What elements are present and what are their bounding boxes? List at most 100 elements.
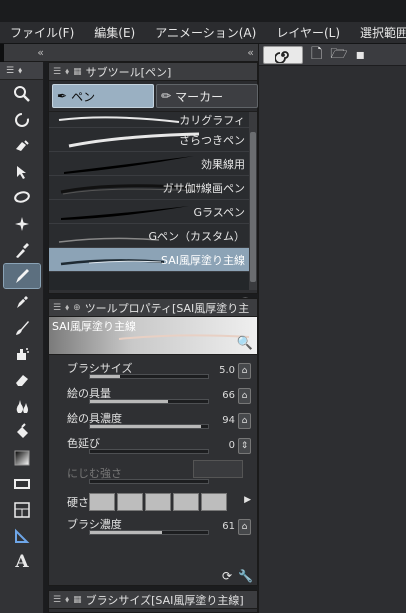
brush-item-rough-line[interactable]: ガサ伽ｻ線画ペン — [49, 176, 257, 200]
gradient-icon[interactable] — [4, 446, 40, 470]
prop-value: 66 — [222, 390, 235, 401]
move-icon[interactable] — [4, 134, 40, 158]
blend-icon[interactable] — [4, 394, 40, 418]
brush-list: カリグラフィ ざらつきペン 効果線用 ガサ伽ｻ線画ペン Gラスペン Gペン（カス… — [49, 112, 257, 290]
stepper-icon[interactable]: ⇕ — [238, 438, 251, 454]
collapse-icon[interactable]: « — [247, 46, 254, 59]
pressure-icon[interactable]: ⌂ — [238, 519, 251, 535]
menu-layer[interactable]: レイヤー(L) — [266, 22, 350, 44]
tab-marker[interactable]: ✏ マーカー — [156, 84, 258, 108]
brush-item-g-glass-pen[interactable]: Gラスペン — [49, 200, 257, 224]
eyedropper-icon[interactable] — [4, 238, 40, 262]
pen-tip-icon: ⬧ — [18, 65, 23, 76]
prop-slider-fill — [90, 375, 120, 378]
text-icon[interactable]: A — [4, 550, 40, 574]
tab-pen-label: ペン — [71, 89, 96, 104]
right-toolbar: 🗋 🗁 ▪ — [259, 44, 406, 66]
brush-preview: SAI風厚塗り主線 🔍 — [49, 317, 257, 355]
prop-value: 94 — [222, 415, 235, 426]
pressure-icon[interactable]: ⌂ — [238, 363, 251, 379]
hardness-cell[interactable] — [201, 493, 227, 511]
title-strip — [0, 0, 406, 22]
fill-icon[interactable] — [4, 420, 40, 444]
brush-item-effect-line[interactable]: 効果線用 — [49, 152, 257, 176]
prop-brush-density[interactable]: ブラシ濃度 61 ⌂ — [49, 515, 257, 540]
menu-icon[interactable]: ☰ — [53, 303, 61, 313]
toolbar-collapse-bar[interactable]: « — [4, 44, 48, 62]
eraser-icon[interactable] — [4, 368, 40, 392]
prop-slider[interactable] — [89, 374, 209, 379]
prop-paint-density[interactable]: 絵の具濃度 94 ⌂ — [49, 409, 257, 434]
prop-slider[interactable] — [89, 399, 209, 404]
prop-slider-fill — [90, 531, 162, 534]
globe-icon: ⊕ — [73, 302, 81, 313]
prop-paint-amount[interactable]: 絵の具量 66 ⌂ — [49, 384, 257, 409]
brush-item-calligraphy[interactable]: カリグラフィ — [49, 112, 257, 128]
hardness-presets[interactable] — [89, 493, 227, 511]
brush-icon[interactable] — [4, 316, 40, 340]
menu-icon[interactable]: ☰ — [53, 67, 61, 77]
pencil-icon[interactable] — [4, 290, 40, 314]
brush-item-rough-pen[interactable]: ざらつきペン — [49, 128, 257, 152]
property-footer: ⟳ 🔧 — [222, 569, 253, 583]
menu-edit[interactable]: 編集(E) — [84, 22, 145, 44]
prop-slider[interactable] — [89, 424, 209, 429]
brush-list-scrollbar[interactable] — [249, 112, 257, 290]
hardness-cell[interactable] — [173, 493, 199, 511]
folder-icon[interactable]: 🗁 — [330, 43, 347, 67]
menu-animation[interactable]: アニメーション(A) — [145, 22, 266, 44]
frame-icon[interactable] — [4, 498, 40, 522]
prop-color-stretch[interactable]: 色延び 0 ⇕ — [49, 434, 257, 459]
grid-icon: ▦ — [73, 66, 82, 77]
pen-tip-icon: ⬧ — [65, 302, 70, 313]
brush-item-sai-line[interactable]: SAI風厚塗り主線 — [49, 248, 257, 272]
wrench-icon[interactable]: 🔧 — [238, 569, 253, 583]
hardness-cell[interactable] — [145, 493, 171, 511]
prop-hardness[interactable]: 硬さ ▶ — [49, 490, 257, 515]
subtool-tabs: ✒ ペン ✏ マーカー — [49, 81, 258, 112]
collapse-icon[interactable]: « — [37, 46, 44, 59]
pen-icon[interactable] — [3, 263, 41, 289]
search-icon[interactable]: 🔍 — [237, 336, 253, 351]
menu-icon[interactable]: ☰ — [53, 595, 61, 605]
scroll-thumb[interactable] — [250, 132, 256, 282]
menu-icon[interactable]: ☰ — [6, 66, 14, 76]
tool-palette: ☰ ⬧ A — [0, 62, 44, 613]
airbrush-icon[interactable] — [4, 342, 40, 366]
subtool-panel-header[interactable]: ☰ ⬧ ▦ サブツール[ペン] — [49, 63, 257, 81]
transform-icon[interactable] — [4, 160, 40, 184]
menu-selection[interactable]: 選択範囲(S) — [350, 22, 406, 44]
menu-file[interactable]: ファイル(F) — [0, 22, 84, 44]
prop-blur-strength: にじむ強さ — [49, 459, 257, 484]
spiral-icon[interactable] — [263, 45, 303, 64]
grid-icon: ▦ — [73, 594, 82, 605]
tab-pen[interactable]: ✒ ペン — [52, 84, 154, 108]
prop-brush-size[interactable]: ブラシサイズ 5.0 ⌂ — [49, 359, 257, 384]
prop-value: 0 — [228, 440, 235, 451]
tool-property-panel: ☰ ⬧ ⊕ ツールプロパティ[SAI風厚塗り主 SAI風厚塗り主線 🔍 ブラシサ… — [48, 298, 258, 586]
rotate-icon[interactable] — [4, 108, 40, 132]
prop-slider — [89, 479, 209, 484]
lasso-icon[interactable] — [4, 186, 40, 210]
hardness-cell[interactable] — [117, 493, 143, 511]
save-icon[interactable]: ▪ — [356, 47, 366, 63]
brush-name: ガサ伽ｻ線画ペン — [162, 181, 246, 195]
pressure-icon[interactable]: ⌂ — [238, 388, 251, 404]
brush-size-header[interactable]: ☰ ⬧ ▦ ブラシサイズ[SAI風厚塗り主線] — [49, 591, 257, 609]
magic-wand-icon[interactable] — [4, 212, 40, 236]
hardness-cell[interactable] — [89, 493, 115, 511]
chevron-right-icon[interactable]: ▶ — [244, 495, 251, 505]
prop-slider[interactable] — [89, 449, 209, 454]
brush-name: Gラスペン — [193, 205, 245, 219]
new-page-icon[interactable]: 🗋 — [311, 43, 322, 67]
tool-property-header[interactable]: ☰ ⬧ ⊕ ツールプロパティ[SAI風厚塗り主 — [49, 299, 257, 317]
brush-item-g-pen-custom[interactable]: Gペン（カスタム） — [49, 224, 257, 248]
subtool-collapse-bar[interactable]: « — [48, 44, 258, 62]
pressure-icon[interactable]: ⌂ — [238, 413, 251, 429]
rectangle-icon[interactable] — [4, 472, 40, 496]
prop-slider[interactable] — [89, 530, 209, 535]
reset-icon[interactable]: ⟳ — [222, 569, 232, 583]
tool-palette-header[interactable]: ☰ ⬧ — [0, 62, 43, 80]
ruler-icon[interactable] — [4, 524, 40, 548]
zoom-icon[interactable] — [4, 82, 40, 106]
